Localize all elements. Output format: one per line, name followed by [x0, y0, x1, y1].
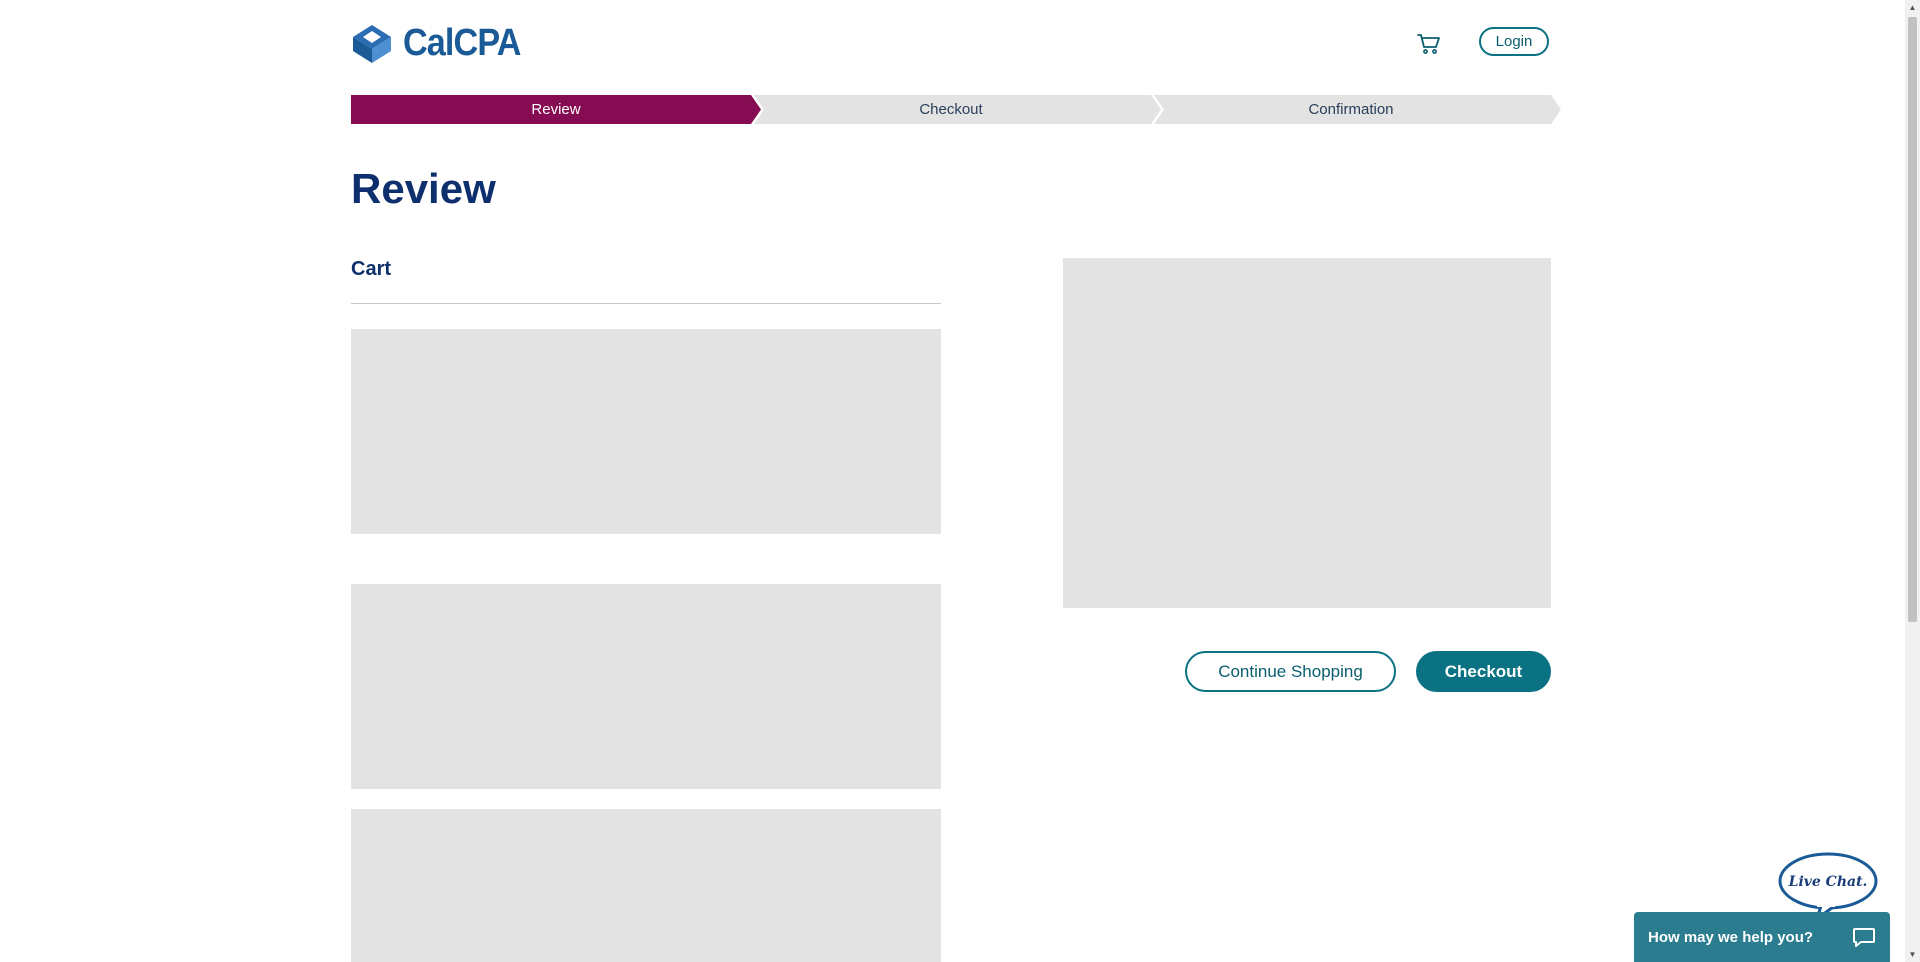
cart-item-placeholder [351, 329, 941, 534]
step-review: Review [531, 101, 581, 118]
cart-heading: Cart [351, 258, 392, 280]
order-summary-placeholder [1063, 258, 1551, 608]
chat-icon [1853, 928, 1875, 947]
live-chat-bubble-icon[interactable]: Live Chat. [1777, 851, 1879, 921]
checkout-button[interactable]: Checkout [1416, 651, 1551, 692]
chat-prompt: How may we help you? [1648, 928, 1814, 946]
scroll-up-arrow-icon[interactable]: ▲ [1905, 0, 1920, 15]
cart-item-placeholder [351, 809, 941, 962]
page-title: Review [351, 165, 496, 212]
login-button[interactable]: Login [1479, 27, 1549, 56]
cart-divider [351, 303, 941, 304]
calcpa-logo-mark-icon [353, 24, 391, 63]
checkout-stepper: Review Checkout Confirmation [351, 95, 1561, 124]
page: CalCPA Login Review Checkout Confirmatio… [0, 0, 1905, 962]
chat-widget-bar[interactable]: How may we help you? [1634, 912, 1890, 962]
site-header: CalCPA Login [351, 0, 1551, 85]
calcpa-logo[interactable]: CalCPA [351, 22, 534, 65]
continue-shopping-button[interactable]: Continue Shopping [1185, 651, 1396, 692]
cart-item-placeholder [351, 584, 941, 789]
page-scrollbar[interactable]: ▲ ▼ [1905, 0, 1920, 962]
live-chat-bubble-text: Live Chat. [1788, 874, 1868, 890]
logo-text: CalCPA [403, 22, 521, 64]
scroll-down-arrow-icon[interactable]: ▼ [1905, 947, 1920, 962]
step-confirmation: Confirmation [1308, 101, 1394, 118]
cart-icon[interactable] [1417, 33, 1441, 55]
step-checkout: Checkout [919, 101, 983, 118]
scroll-thumb[interactable] [1908, 17, 1917, 622]
main-container: CalCPA Login Review Checkout Confirmatio… [351, 0, 1561, 962]
